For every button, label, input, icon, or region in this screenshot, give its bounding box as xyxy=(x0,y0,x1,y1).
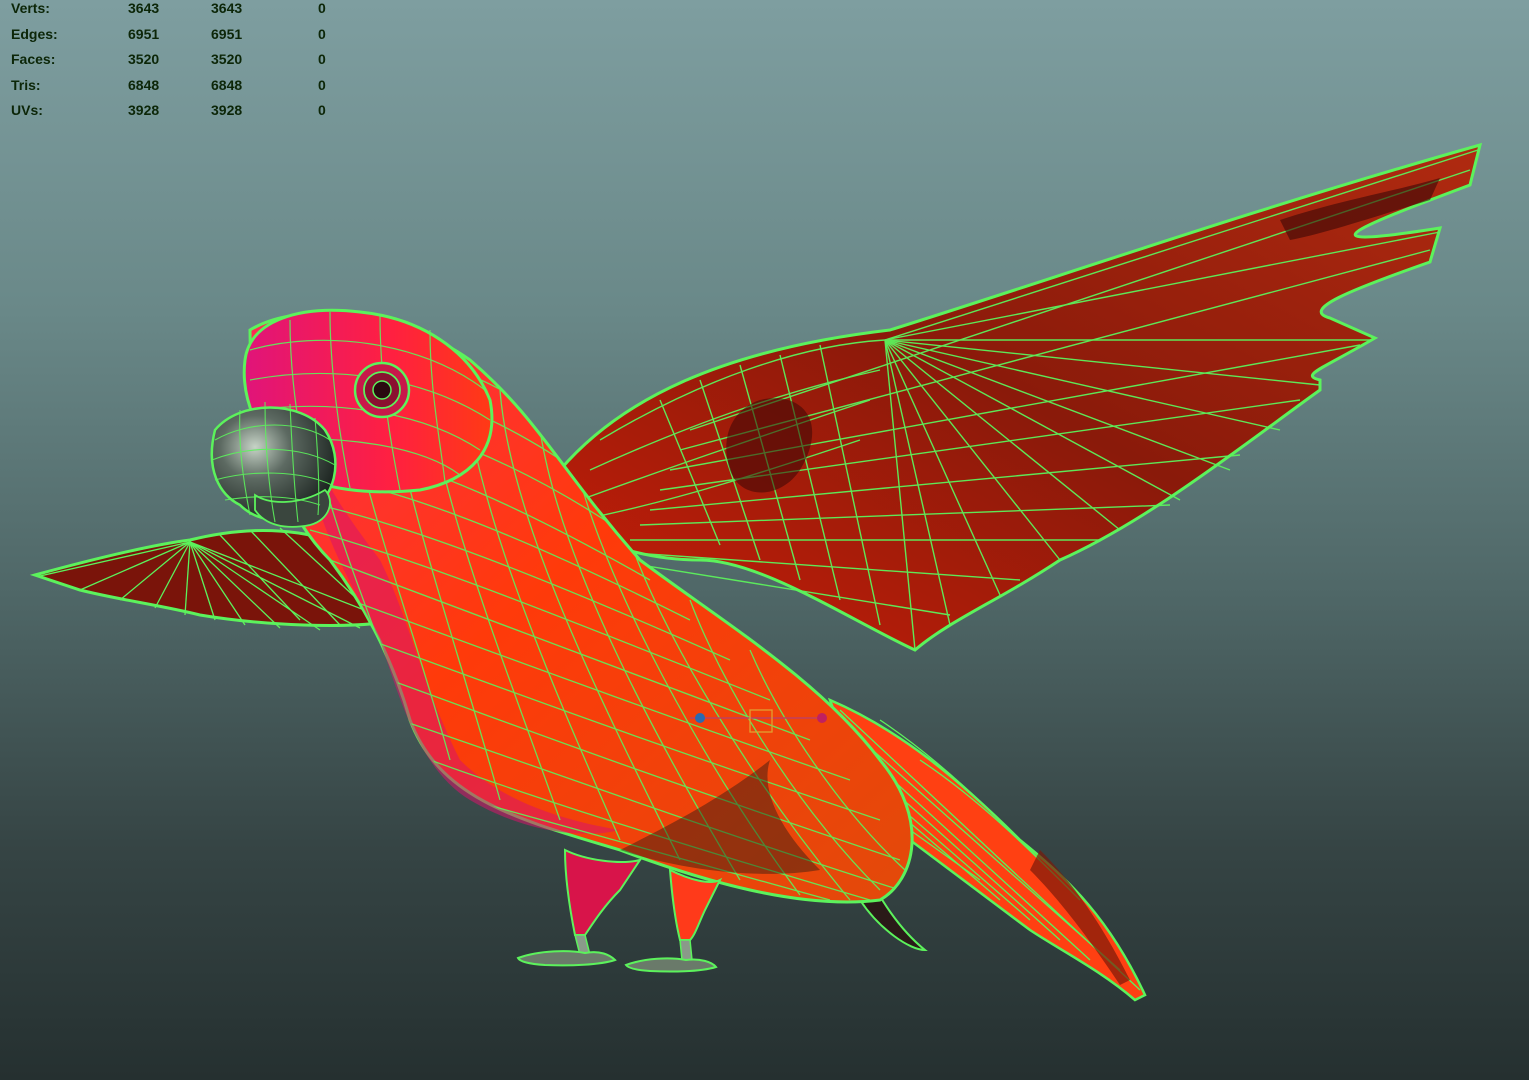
parrot-model[interactable] xyxy=(0,0,1529,1080)
right-wing xyxy=(558,142,1483,652)
3d-viewport[interactable]: Verts: 3643 3643 0 Edges: 6951 6951 0 Fa… xyxy=(0,0,1529,1080)
beak xyxy=(210,401,337,528)
eye xyxy=(353,361,411,419)
